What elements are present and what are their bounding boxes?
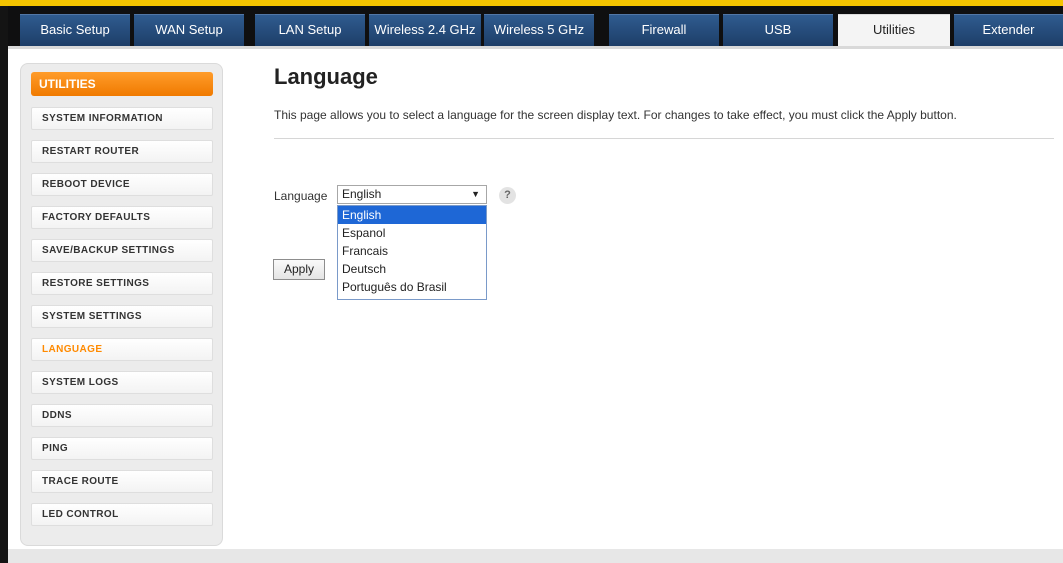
sidebar: UTILITIES SYSTEM INFORMATION RESTART ROU…: [20, 63, 223, 546]
language-select[interactable]: English ▼: [337, 185, 487, 204]
language-option-english[interactable]: English: [338, 206, 486, 224]
sidebar-title: UTILITIES: [31, 72, 213, 96]
tab-basic-setup[interactable]: Basic Setup: [20, 14, 130, 46]
tab-utilities[interactable]: Utilities: [838, 14, 950, 46]
sidebar-item-save-backup-settings[interactable]: SAVE/BACKUP SETTINGS: [31, 239, 213, 262]
sidebar-item-language[interactable]: LANGUAGE: [31, 338, 213, 361]
sidebar-item-restart-router[interactable]: RESTART ROUTER: [31, 140, 213, 163]
language-option-espanol[interactable]: Espanol: [338, 224, 486, 242]
sidebar-item-system-information[interactable]: SYSTEM INFORMATION: [31, 107, 213, 130]
sidebar-item-ping[interactable]: PING: [31, 437, 213, 460]
sidebar-item-reboot-device[interactable]: REBOOT DEVICE: [31, 173, 213, 196]
footer-bar: [8, 549, 1063, 563]
language-label: Language: [274, 189, 328, 203]
tab-wireless-24[interactable]: Wireless 2.4 GHz: [369, 14, 481, 46]
language-select-value: English: [342, 187, 382, 201]
tab-wan-setup[interactable]: WAN Setup: [134, 14, 244, 46]
sidebar-item-ddns[interactable]: DDNS: [31, 404, 213, 427]
left-border: [0, 6, 8, 563]
language-option-francais[interactable]: Francais: [338, 242, 486, 260]
top-navigation: Basic Setup WAN Setup LAN Setup Wireless…: [8, 6, 1063, 49]
tab-lan-setup[interactable]: LAN Setup: [255, 14, 365, 46]
divider: [274, 138, 1054, 139]
sidebar-item-restore-settings[interactable]: RESTORE SETTINGS: [31, 272, 213, 295]
language-option-deutsch[interactable]: Deutsch: [338, 260, 486, 278]
chevron-down-icon: ▼: [471, 189, 480, 199]
sidebar-item-system-settings[interactable]: SYSTEM SETTINGS: [31, 305, 213, 328]
page-title: Language: [274, 64, 378, 89]
question-mark-icon[interactable]: ?: [499, 187, 516, 204]
sidebar-item-factory-defaults[interactable]: FACTORY DEFAULTS: [31, 206, 213, 229]
language-dropdown: English Espanol Francais Deutsch Portugu…: [337, 205, 487, 300]
language-option-portugues-brasil[interactable]: Português do Brasil: [338, 278, 486, 296]
sidebar-item-led-control[interactable]: LED CONTROL: [31, 503, 213, 526]
tab-usb[interactable]: USB: [723, 14, 833, 46]
page-description: This page allows you to select a languag…: [274, 108, 957, 122]
sidebar-item-system-logs[interactable]: SYSTEM LOGS: [31, 371, 213, 394]
tab-extender[interactable]: Extender: [954, 14, 1063, 46]
apply-button[interactable]: Apply: [273, 259, 325, 280]
tab-firewall[interactable]: Firewall: [609, 14, 719, 46]
tab-wireless-5[interactable]: Wireless 5 GHz: [484, 14, 594, 46]
sidebar-item-trace-route[interactable]: TRACE ROUTE: [31, 470, 213, 493]
